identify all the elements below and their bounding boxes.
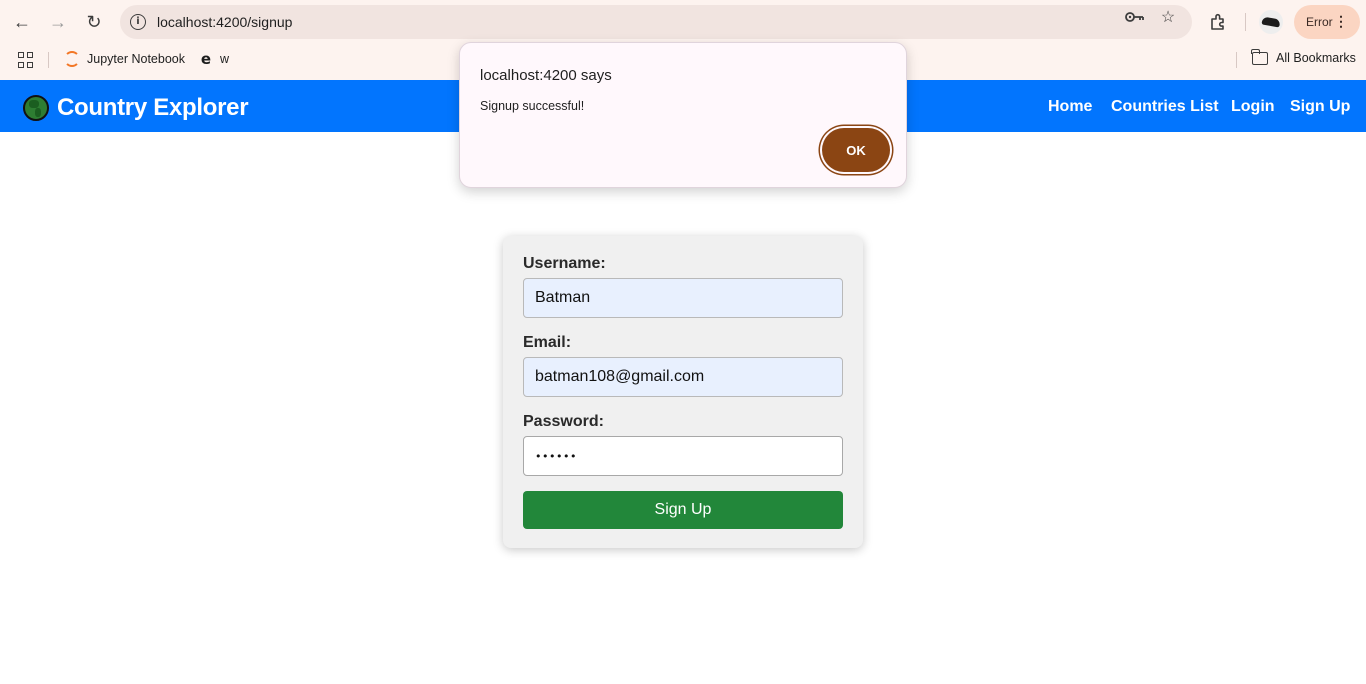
back-icon[interactable]: ←	[8, 8, 36, 36]
bookmark-star-icon[interactable]: ☆	[1157, 7, 1179, 27]
password-key-icon[interactable]	[1124, 7, 1146, 27]
dialog-message: Signup successful!	[480, 99, 585, 113]
site-info-icon[interactable]: i	[130, 14, 146, 30]
nav-home[interactable]: Home	[1048, 98, 1092, 116]
nav-login[interactable]: Login	[1231, 98, 1275, 116]
apps-grid-icon[interactable]	[18, 52, 34, 68]
bookmarks-divider	[48, 52, 49, 68]
password-value: ••••••	[535, 449, 577, 463]
browser-toolbar: ← → ↻ i localhost:4200/signup ☆ Error ⋮	[0, 0, 1366, 44]
jupyter-icon	[64, 51, 80, 67]
edge-icon: e	[200, 50, 212, 68]
folder-icon	[1251, 48, 1268, 65]
email-label: Email:	[523, 334, 572, 351]
globe-icon	[23, 95, 49, 121]
profile-error-label: Error	[1306, 15, 1333, 29]
profile-error-button[interactable]: Error ⋮	[1294, 5, 1360, 39]
brand-title[interactable]: Country Explorer	[57, 94, 249, 122]
all-bookmarks-button[interactable]: All Bookmarks	[1251, 48, 1356, 65]
email-field[interactable]: batman108@gmail.com	[523, 357, 843, 397]
all-bookmarks-label: All Bookmarks	[1276, 51, 1356, 65]
menu-kebab-icon[interactable]: ⋮	[1334, 14, 1348, 28]
nav-sign-up[interactable]: Sign Up	[1290, 98, 1350, 116]
password-label: Password:	[523, 413, 604, 430]
address-bar[interactable]: i localhost:4200/signup	[120, 5, 1192, 39]
dialog-title: localhost:4200 says	[480, 67, 612, 84]
bookmark-jupyter[interactable]: Jupyter Notebook	[64, 51, 185, 67]
extensions-icon[interactable]	[1205, 9, 1231, 35]
username-field[interactable]: Batman	[523, 278, 843, 318]
alert-dialog: localhost:4200 says Signup successful! O…	[459, 42, 907, 188]
nav-countries-list[interactable]: Countries List	[1111, 98, 1219, 116]
bookmark-w[interactable]: e w	[198, 50, 230, 68]
signup-form: Username: Batman Email: batman108@gmail.…	[503, 236, 863, 548]
email-value: batman108@gmail.com	[535, 368, 705, 385]
bookmark-label: Jupyter Notebook	[87, 52, 185, 66]
password-field[interactable]: ••••••	[523, 436, 843, 476]
profile-avatar[interactable]	[1259, 10, 1283, 34]
username-label: Username:	[523, 255, 606, 272]
sign-up-button[interactable]: Sign Up	[523, 491, 843, 529]
url-text[interactable]: localhost:4200/signup	[157, 14, 292, 30]
ok-button[interactable]: OK	[822, 128, 890, 172]
bookmark-label: w	[220, 52, 230, 66]
toolbar-divider	[1245, 13, 1246, 31]
username-value: Batman	[535, 289, 591, 306]
bookmarks-divider	[1236, 52, 1237, 68]
reload-icon[interactable]: ↻	[80, 8, 108, 36]
forward-icon[interactable]: →	[44, 8, 72, 36]
